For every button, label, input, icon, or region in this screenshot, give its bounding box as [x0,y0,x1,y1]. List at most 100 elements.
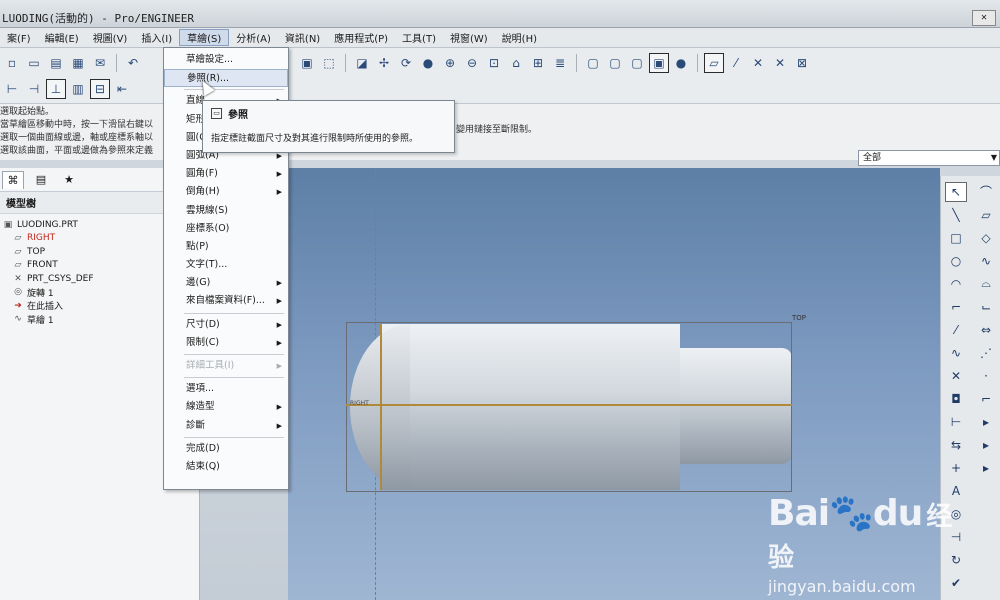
favorites-tab-icon[interactable]: ★ [58,171,80,189]
rectangle-icon[interactable]: □ [945,228,967,248]
sketch-menu-item[interactable]: 選項... [164,380,288,398]
menu-item[interactable]: 工具(T) [395,30,443,45]
edge-offset-icon[interactable]: ⌐ [975,389,997,409]
sketch-menu-item[interactable]: 圓角(F) ▶ [164,165,288,183]
menu-item[interactable]: 案(F) [0,30,38,45]
offset-icon[interactable]: ⋰ [975,343,997,363]
datum-planes-icon[interactable]: ▱ [704,53,724,73]
references-tooltip: ▭ 參照 指定標註截面尺寸及對其進行限制時所使用的參照。 [202,100,455,153]
saved-views-icon[interactable]: ⊞ [528,53,548,73]
undo-icon[interactable]: ↶ [123,53,143,73]
repaint-icon[interactable]: ◪ [352,53,372,73]
line-icon[interactable]: ╲ [945,205,967,225]
sketch-menu-item: 詳細工具(I) ▶ [164,357,288,375]
annotation-icon[interactable]: ⊠ [792,53,812,73]
point-icon[interactable]: ∿ [945,343,967,363]
sketch-constraint-icon[interactable]: ⊥ [46,79,66,99]
model-tree-tab-icon[interactable]: ⌘ [2,170,24,189]
select-arrow-icon[interactable]: ↖ [945,181,967,202]
fillet-icon[interactable]: ⌐ [945,297,967,317]
menu-item[interactable]: 資訊(N) [278,30,327,45]
sketch-menu-item[interactable]: 座標系(O) [164,220,288,238]
zoom-in-icon[interactable]: ⊕ [440,53,460,73]
orient-icon[interactable]: ⟳ [396,53,416,73]
sketch-menu-item[interactable]: 倒角(H) ▶ [164,183,288,201]
modify-arrow-icon[interactable]: ▸ [975,435,997,455]
sketch-menu-item-label: 座標系(O) [186,222,230,234]
sketch-menu-item[interactable]: 來自檔案資料(F)... ▶ [164,292,288,310]
sketch-dim-icon[interactable]: ⊣ [24,79,44,99]
arc-tangent-icon[interactable]: ⌓ [975,274,997,294]
menu-item[interactable]: 草繪(S) [179,29,230,46]
parallelogram-icon[interactable]: ▱ [975,205,997,225]
curve-icon[interactable]: ⌒ [975,182,997,202]
blank-icon[interactable]: · [975,366,997,386]
datum-points-icon[interactable]: ✕ [748,53,768,73]
folder-browser-tab-icon[interactable]: ▤ [30,171,52,189]
sketch-menu-item[interactable]: 線造型 ▶ [164,398,288,416]
csys-icon[interactable]: ✕ [770,53,790,73]
menu-item[interactable]: 應用程式(P) [327,30,395,45]
sketch-menu-item[interactable]: 文字(T)... [164,256,288,274]
menu-separator [184,312,284,314]
constraint-arrow-icon[interactable]: ▸ [975,458,997,478]
shading-icon[interactable]: ▣ [649,53,669,73]
save-icon[interactable]: ▤ [46,53,66,73]
sketch-menu-item[interactable]: 草繪設定... [164,51,288,69]
datum-axes-icon[interactable]: ⁄ [726,53,746,73]
circle-icon[interactable]: ○ [945,251,967,271]
sketch-vertex-icon[interactable]: ▥ [68,79,88,99]
find-icon[interactable]: ▣ [297,53,317,73]
new-file-icon[interactable]: ▫ [2,53,22,73]
sketch-grid-icon[interactable]: ⊟ [90,79,110,99]
spline-icon[interactable]: ∿ [975,251,997,271]
slanted-rectangle-icon[interactable]: ◇ [975,228,997,248]
trim-icon[interactable]: ⁄ [945,320,967,340]
zoom-out-icon[interactable]: ⊖ [462,53,482,73]
edge-icon[interactable]: ◘ [945,389,967,409]
constraint-icon[interactable]: + [945,458,967,478]
sketch-orient-icon[interactable]: ⇤ [112,79,132,99]
csys-small-icon[interactable]: ✕ [945,366,967,386]
selection-filter[interactable]: 全部 ▼ [858,150,1000,166]
sketch-menu-item[interactable]: 點(P) [164,238,288,256]
select-box-icon[interactable]: ⬚ [319,53,339,73]
sketch-menu-item[interactable]: 邊(G) ▶ [164,274,288,292]
refit-icon[interactable]: ⊡ [484,53,504,73]
tree-node-label: FRONT [27,260,58,271]
dimension-arrow-icon[interactable]: ▸ [975,412,997,432]
open-file-icon[interactable]: ▭ [24,53,44,73]
dimension-icon[interactable]: ⊢ [945,412,967,432]
no-hidden-icon[interactable]: ▢ [627,53,647,73]
spin-center-icon[interactable]: ✢ [374,53,394,73]
enhanced-realism-icon[interactable]: ● [671,53,691,73]
sketch-menu-item[interactable]: 雲規線(S) [164,202,288,220]
sketch-datum-icon[interactable]: ⊢ [2,79,22,99]
sketch-menu-item[interactable]: 診斷 ▶ [164,417,288,435]
modify-icon[interactable]: ⇆ [945,435,967,455]
arc-icon[interactable]: ◠ [945,274,967,294]
menu-item[interactable]: 分析(A) [229,30,278,45]
menu-item[interactable]: 編輯(E) [38,30,86,45]
mirror-icon[interactable]: ⇔ [975,320,997,340]
mail-icon[interactable]: ✉ [90,53,110,73]
sketch-menu-item[interactable]: 參照(R)... [164,69,288,88]
sketch-menu-item[interactable]: 尺寸(D) ▶ [164,316,288,334]
sketch-menu-item[interactable]: 結束(Q) [164,458,288,476]
toolbar-separator [697,54,698,72]
print-icon[interactable]: ▦ [68,53,88,73]
close-icon[interactable]: ✕ [972,10,996,26]
hidden-line-icon[interactable]: ▢ [605,53,625,73]
menu-item[interactable]: 視窗(W) [443,30,495,45]
sketch-menu-item[interactable]: 完成(D) [164,440,288,458]
wireframe-icon[interactable]: ▢ [583,53,603,73]
menu-item[interactable]: 視圖(V) [86,30,135,45]
menu-item[interactable]: 插入(I) [134,30,179,45]
tree-node-label: 在此插入 [27,302,64,313]
layers-icon[interactable]: ≣ [550,53,570,73]
appearance-icon[interactable]: ● [418,53,438,73]
menu-item[interactable]: 說明(H) [495,30,544,45]
sketch-menu-item[interactable]: 限制(C) ▶ [164,334,288,352]
chamfer-icon[interactable]: ⌙ [975,297,997,317]
reorient-icon[interactable]: ⌂ [506,53,526,73]
